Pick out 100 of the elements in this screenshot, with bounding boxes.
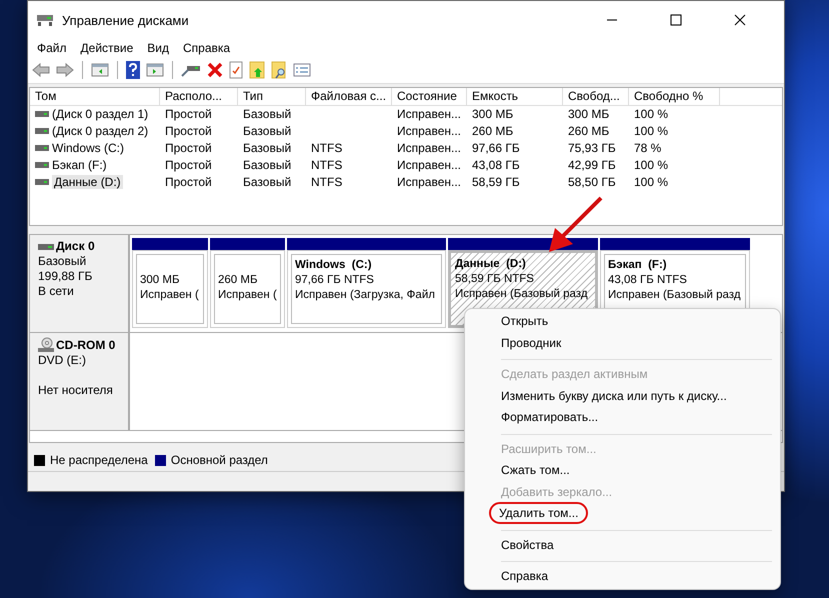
partition-status: Исправен ( [140, 288, 200, 303]
forward-arrow-icon[interactable] [56, 62, 74, 78]
table-cell: NTFS [311, 174, 342, 188]
checked-document-icon[interactable] [229, 61, 243, 79]
table-cell: Исправен... [397, 158, 462, 172]
table-cell: Базовый [243, 158, 292, 172]
volume-icon [35, 162, 49, 168]
delete-icon[interactable] [207, 62, 223, 78]
menu-item[interactable]: Справка [465, 566, 780, 588]
help-icon[interactable] [126, 61, 140, 79]
volume-icon [35, 144, 49, 150]
legend-label: Не распределена [50, 453, 148, 467]
column-header[interactable]: Свободно % [629, 88, 720, 106]
table-cell: Бэкап (F:) [52, 158, 107, 172]
table-cell: 300 МБ [472, 106, 514, 120]
menu-item[interactable]: Изменить букву диска или путь к диску... [465, 386, 780, 407]
table-cell: 100 % [634, 174, 668, 188]
table-cell: Базовый [243, 174, 292, 188]
table-cell: Простой [165, 158, 212, 172]
table-cell: (Диск 0 раздел 2) [52, 124, 148, 138]
partition-size: 260 МБ [218, 273, 259, 288]
partition-size: 300 МБ [140, 273, 181, 288]
partition-name: Бэкап (F:) [608, 258, 668, 273]
volume-icon [35, 128, 49, 134]
table-cell: 43,08 ГБ [472, 158, 520, 172]
table-cell: 97,66 ГБ [472, 140, 520, 154]
partition-size: 58,59 ГБ NTFS [455, 272, 535, 287]
menu-item[interactable]: Свойства [465, 534, 780, 556]
disk-name: Диск 0 [56, 239, 95, 254]
disk-size: 199,88 ГБ [38, 269, 94, 284]
table-cell: NTFS [311, 158, 342, 172]
window-title: Управление дисками [62, 12, 189, 28]
partition-status: Исправен ( [218, 288, 277, 303]
table-cell: Исправен... [397, 174, 462, 188]
menu-item[interactable]: Действие [80, 41, 134, 55]
table-cell: 75,93 ГБ [568, 140, 616, 154]
table-cell: 260 МБ [568, 124, 610, 138]
volume-icon [35, 178, 49, 184]
column-header[interactable]: Тип [238, 88, 306, 106]
table-cell: 100 % [634, 106, 668, 120]
menu-item[interactable]: Удалить том... [465, 503, 780, 524]
menu-item[interactable]: Проводник [465, 332, 780, 354]
cd-drive-icon [38, 337, 54, 353]
table-cell: 100 % [634, 124, 668, 138]
disk-type: Базовый [38, 254, 88, 269]
column-header[interactable]: Свобод... [563, 88, 629, 106]
disk-type: DVD (E:) [38, 353, 87, 368]
table-cell: Базовый [243, 140, 292, 154]
menu-item[interactable]: Форматировать... [465, 407, 780, 428]
folder-search-icon[interactable] [271, 61, 287, 79]
disk-info-panel[interactable]: CD-ROM 0 DVD (E:) Нет носителя [30, 333, 130, 430]
disk-status: Нет носителя [38, 383, 114, 398]
menu-item[interactable]: Файл [37, 41, 67, 55]
table-cell: 300 МБ [568, 106, 610, 120]
table-cell: Windows (C:) [52, 140, 124, 154]
drive-icon [36, 12, 54, 28]
table-cell: 42,99 ГБ [568, 158, 616, 172]
column-header[interactable]: Том [30, 88, 160, 106]
table-cell: Простой [165, 106, 212, 120]
panel-icon[interactable] [91, 62, 109, 78]
table-cell: (Диск 0 раздел 1) [52, 106, 148, 120]
menu-item[interactable]: Сжать том... [465, 460, 780, 482]
legend-label: Основной раздел [170, 453, 268, 467]
column-header[interactable]: Располо... [160, 88, 238, 106]
table-cell: Базовый [243, 106, 292, 120]
table-cell: 58,50 ГБ [568, 174, 616, 188]
disk-status: В сети [38, 284, 75, 299]
partition-name: Данные (D:) [455, 257, 527, 272]
table-cell: 58,59 ГБ [472, 174, 520, 188]
list-icon[interactable] [293, 62, 311, 78]
column-header[interactable]: Файловая с... [306, 88, 392, 106]
table-cell: Простой [165, 140, 212, 154]
partition-size: 97,66 ГБ NTFS [295, 273, 375, 288]
partition-status: Исправен (Загрузка, Файл [295, 288, 436, 303]
table-cell: NTFS [311, 140, 342, 154]
table-cell: Исправен... [397, 124, 462, 138]
maximize-icon[interactable] [670, 14, 682, 26]
volume-icon [35, 110, 49, 116]
back-arrow-icon[interactable] [32, 62, 50, 78]
table-cell: Исправен... [397, 106, 462, 120]
menu-item[interactable]: Вид [147, 41, 169, 55]
partition-status: Исправен (Базовый разд [608, 288, 742, 303]
partition-status: Исправен (Базовый разд [455, 287, 589, 302]
column-header[interactable]: Емкость [467, 88, 563, 106]
disk-name: CD-ROM 0 [56, 338, 116, 352]
table-cell: 260 МБ [472, 124, 514, 138]
table-cell: 78 % [634, 140, 662, 154]
folder-up-icon[interactable] [249, 61, 265, 79]
panel-icon[interactable] [146, 62, 164, 78]
table-cell: Базовый [243, 124, 292, 138]
close-icon[interactable] [734, 14, 746, 26]
table-cell: Данные (D:) [52, 174, 123, 188]
menu-item[interactable]: Справка [183, 41, 230, 55]
disk-info-panel[interactable]: Диск 0 Базовый 199,88 ГБ В сети [30, 235, 130, 332]
table-cell: Простой [165, 174, 212, 188]
column-header[interactable]: Состояние [392, 88, 467, 106]
partition-name: Windows (C:) [295, 258, 373, 273]
table-cell: Исправен... [397, 140, 462, 154]
table-cell: 100 % [634, 158, 668, 172]
partition-size: 43,08 ГБ NTFS [608, 273, 688, 288]
